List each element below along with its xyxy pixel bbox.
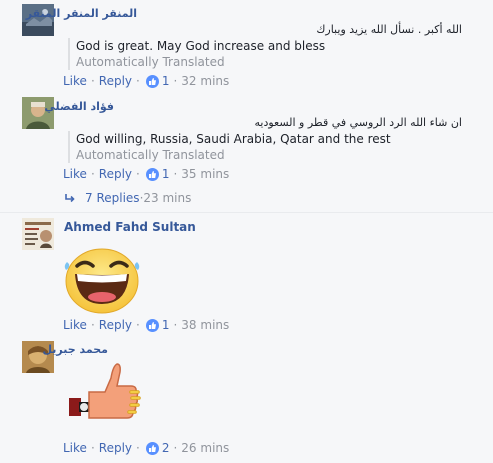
comment-time[interactable]: 32 mins	[181, 74, 229, 88]
translation-block: God willing, Russia, Saudi Arabia, Qatar…	[68, 131, 391, 163]
thumbs-up-icon[interactable]	[145, 74, 159, 88]
comment-actions: Like · Reply · 2 · 26 mins	[63, 441, 229, 455]
separator: ·	[136, 318, 140, 332]
like-count[interactable]: 1	[162, 167, 170, 181]
translation-text: God is great. May God increase and bless	[76, 39, 326, 53]
comment-text: ان شاء الله الرد الروسي في قطر و السعودي…	[254, 116, 462, 129]
separator: ·	[90, 318, 95, 332]
comment-author[interactable]: محمد جبريل	[42, 343, 108, 356]
separator: ·	[136, 74, 140, 88]
reply-link[interactable]: Reply	[99, 318, 132, 332]
comment-author[interactable]: Ahmed Fahd Sultan	[64, 220, 196, 234]
thumbs-up-icon[interactable]	[145, 318, 159, 332]
separator: ·	[136, 167, 140, 181]
replies-count[interactable]: 7 Replies	[85, 191, 140, 205]
like-link[interactable]: Like	[63, 74, 87, 88]
like-link[interactable]: Like	[63, 318, 87, 332]
reply-link[interactable]: Reply	[99, 441, 132, 455]
divider	[0, 212, 493, 213]
separator: ·	[173, 167, 178, 181]
translation-note: Automatically Translated	[76, 148, 225, 162]
translation-text: God willing, Russia, Saudi Arabia, Qatar…	[76, 132, 391, 146]
reply-arrow-icon	[65, 194, 75, 203]
replies-time: 23 mins	[143, 191, 192, 205]
comment-time[interactable]: 38 mins	[181, 318, 229, 332]
separator: ·	[173, 441, 178, 455]
avatar[interactable]	[22, 218, 54, 250]
comment-author[interactable]: فؤاد الفضلي	[44, 100, 114, 113]
separator: ·	[173, 74, 178, 88]
comment-time[interactable]: 35 mins	[181, 167, 229, 181]
comment-author[interactable]: المنقر المنقر المنقر	[26, 7, 137, 20]
reply-link[interactable]: Reply	[99, 74, 132, 88]
comment-time[interactable]: 26 mins	[181, 441, 229, 455]
view-replies-link[interactable]: 7 Replies · 23 mins	[64, 191, 191, 205]
like-count[interactable]: 2	[162, 441, 170, 455]
comment-actions: Like · Reply · 1 · 35 mins	[63, 167, 229, 181]
like-count[interactable]: 1	[162, 74, 170, 88]
comment-actions: Like · Reply · 1 · 38 mins	[63, 318, 229, 332]
thumbs-up-icon[interactable]	[145, 167, 159, 181]
like-count[interactable]: 1	[162, 318, 170, 332]
comment-actions: Like · Reply · 1 · 32 mins	[63, 74, 229, 88]
laughing-sticker	[61, 244, 143, 314]
like-link[interactable]: Like	[63, 167, 87, 181]
reply-link[interactable]: Reply	[99, 167, 132, 181]
separator: ·	[90, 441, 95, 455]
separator: ·	[90, 167, 95, 181]
separator: ·	[136, 441, 140, 455]
translation-note: Automatically Translated	[76, 55, 225, 69]
thumbs-up-icon[interactable]	[145, 441, 159, 455]
separator: ·	[173, 318, 178, 332]
like-link[interactable]: Like	[63, 441, 87, 455]
separator: ·	[90, 74, 95, 88]
comment-text: الله أكبر . نسأل الله يزيد ويبارك	[316, 23, 462, 36]
thumbs-up-sticker	[65, 358, 147, 428]
translation-block: God is great. May God increase and bless…	[68, 38, 325, 70]
